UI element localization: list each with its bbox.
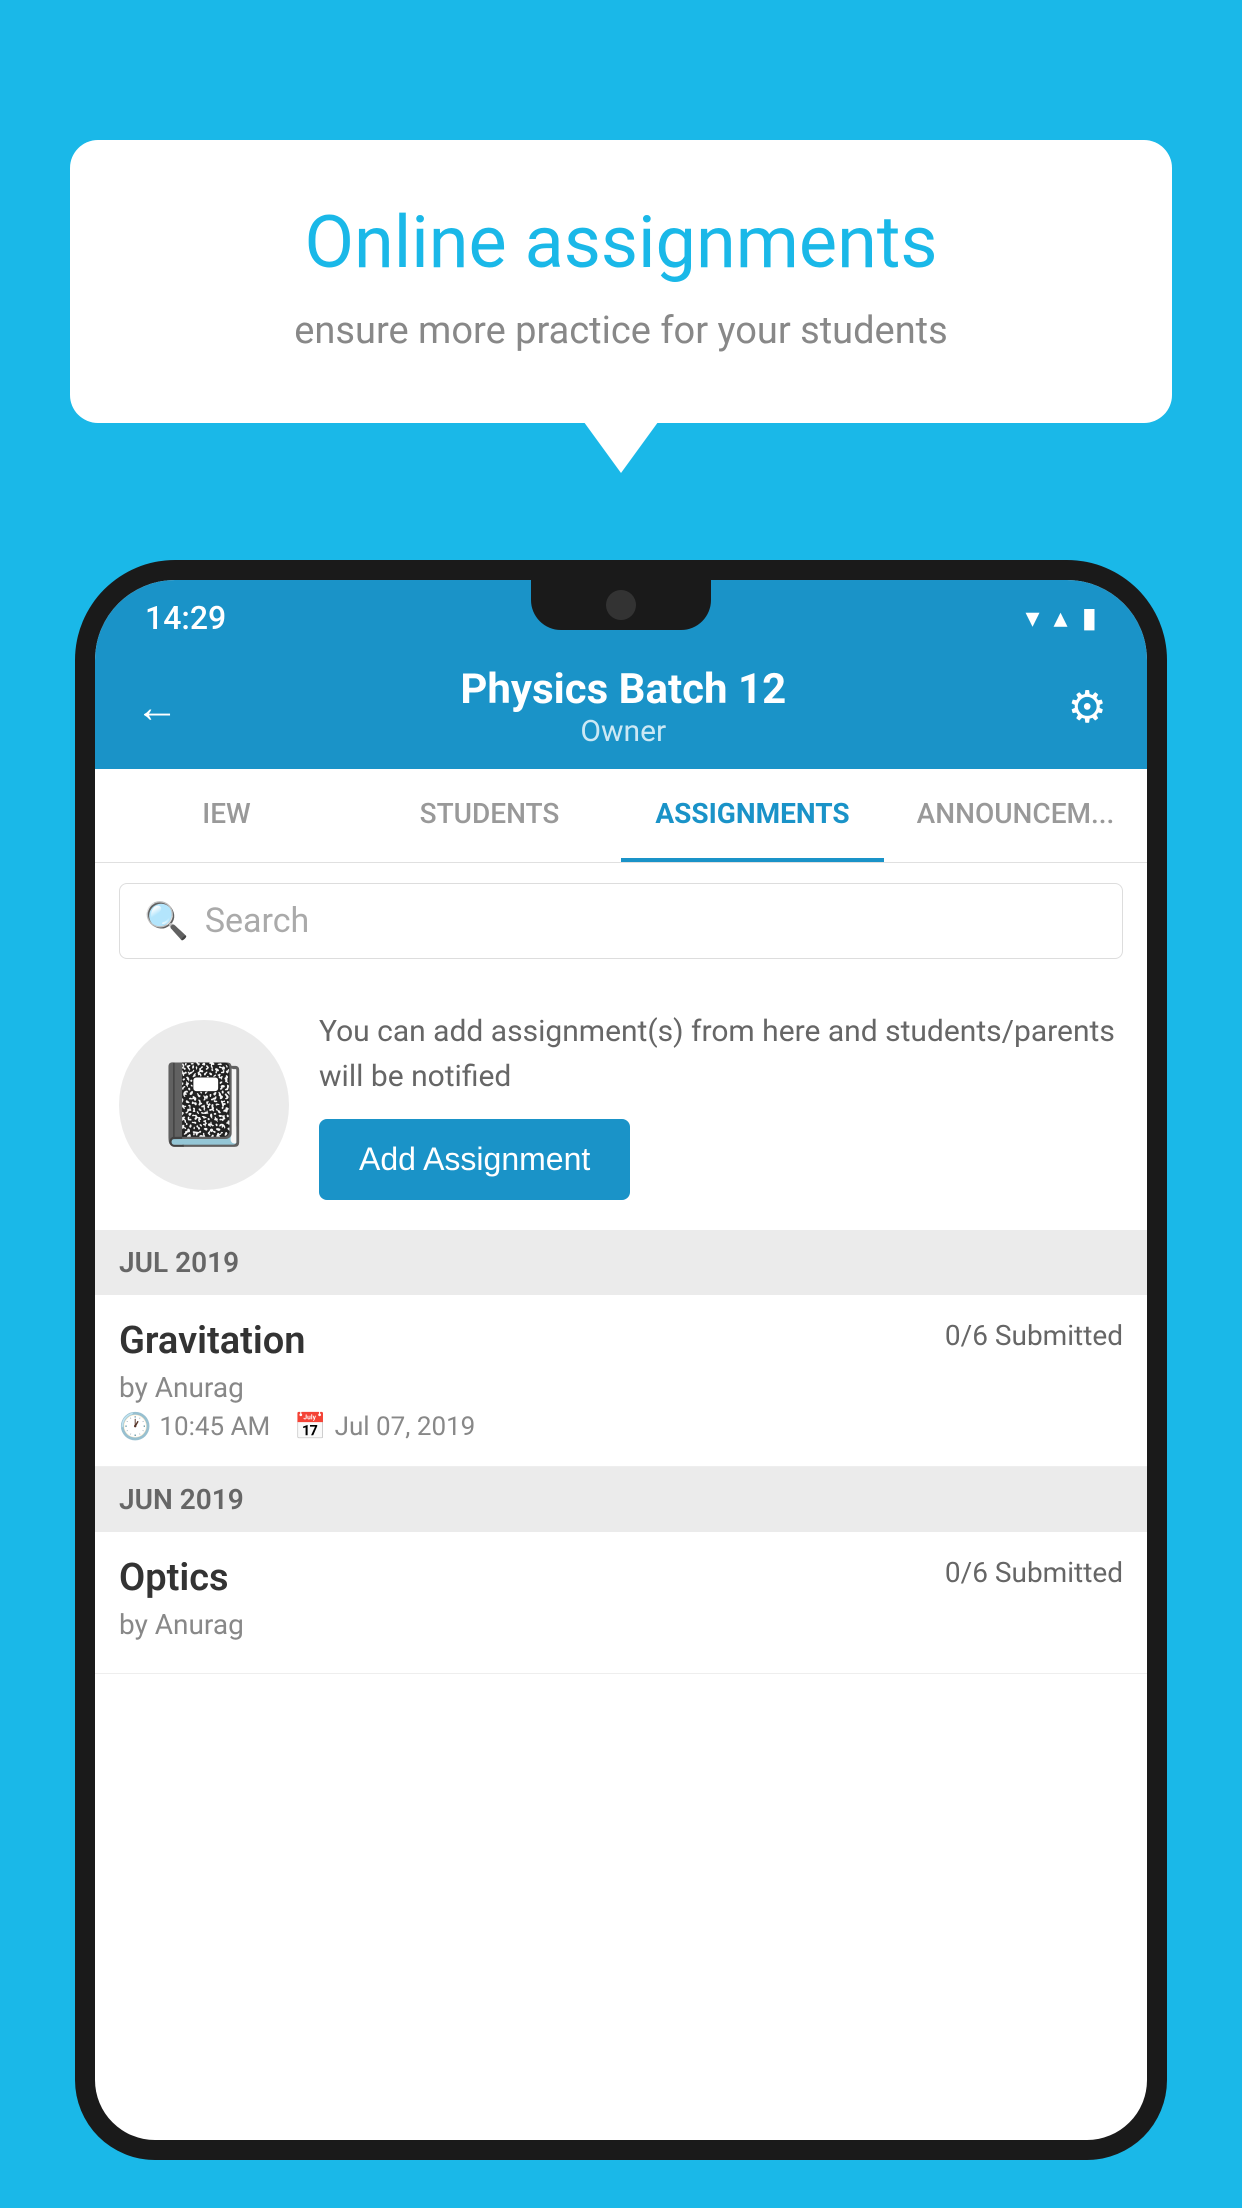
tab-announcements[interactable]: ANNOUNCEM... [884, 769, 1147, 862]
header-subtitle: Owner [460, 714, 786, 749]
bubble-title: Online assignments [140, 200, 1102, 285]
promo-icon-circle: 📓 [119, 1020, 289, 1190]
promo-text: You can add assignment(s) from here and … [319, 1009, 1123, 1099]
speech-bubble: Online assignments ensure more practice … [70, 140, 1172, 423]
back-button[interactable]: ← [135, 681, 179, 733]
assignment-by-optics: by Anurag [119, 1608, 1123, 1641]
clock-icon: 🕐 [119, 1412, 151, 1442]
tab-iew[interactable]: IEW [95, 769, 358, 862]
header-title: Physics Batch 12 [460, 665, 786, 714]
speech-bubble-container: Online assignments ensure more practice … [70, 140, 1172, 423]
search-bar: 🔍 Search [95, 863, 1147, 979]
phone-camera [606, 590, 636, 620]
notebook-icon: 📓 [154, 1058, 254, 1152]
search-icon: 🔍 [144, 900, 189, 942]
tab-assignments[interactable]: ASSIGNMENTS [621, 769, 884, 862]
assignment-item-gravitation[interactable]: Gravitation 0/6 Submitted by Anurag 🕐 10… [95, 1295, 1147, 1467]
status-time: 14:29 [145, 599, 226, 637]
section-header-jun: JUN 2019 [95, 1467, 1147, 1532]
battery-icon: ▮ [1082, 601, 1097, 634]
add-assignment-button[interactable]: Add Assignment [319, 1119, 630, 1200]
assignment-top: Gravitation 0/6 Submitted [119, 1319, 1123, 1363]
status-icons: ▾ ▴ ▮ [1025, 601, 1097, 634]
bubble-subtitle: ensure more practice for your students [140, 309, 1102, 353]
assignment-date-gravitation: Jul 07, 2019 [335, 1412, 476, 1442]
header-center: Physics Batch 12 Owner [460, 665, 786, 749]
phone-wrapper: 14:29 ▾ ▴ ▮ ← Physics Batch 12 Owner ⚙ I… [75, 560, 1167, 2208]
phone-screen: 14:29 ▾ ▴ ▮ ← Physics Batch 12 Owner ⚙ I… [95, 580, 1147, 2140]
tabs: IEW STUDENTS ASSIGNMENTS ANNOUNCEM... [95, 769, 1147, 863]
assignment-name-optics: Optics [119, 1556, 229, 1600]
assignment-submitted-gravitation: 0/6 Submitted [945, 1319, 1123, 1352]
meta-date-gravitation: 📅 Jul 07, 2019 [294, 1412, 475, 1442]
search-placeholder: Search [205, 901, 309, 941]
assignment-name-gravitation: Gravitation [119, 1319, 306, 1363]
assignment-item-optics[interactable]: Optics 0/6 Submitted by Anurag [95, 1532, 1147, 1674]
assignment-time-gravitation: 10:45 AM [159, 1412, 270, 1442]
signal-icon: ▴ [1054, 601, 1068, 634]
assignment-by-gravitation: by Anurag [119, 1371, 1123, 1404]
phone-notch [531, 580, 711, 630]
section-header-jul: JUL 2019 [95, 1230, 1147, 1295]
app-header: ← Physics Batch 12 Owner ⚙ [95, 645, 1147, 769]
wifi-icon: ▾ [1025, 601, 1039, 634]
promo-content: You can add assignment(s) from here and … [319, 1009, 1123, 1200]
assignment-submitted-optics: 0/6 Submitted [945, 1556, 1123, 1589]
phone-outer: 14:29 ▾ ▴ ▮ ← Physics Batch 12 Owner ⚙ I… [75, 560, 1167, 2160]
search-input-container[interactable]: 🔍 Search [119, 883, 1123, 959]
meta-time-gravitation: 🕐 10:45 AM [119, 1412, 270, 1442]
add-promo-section: 📓 You can add assignment(s) from here an… [95, 979, 1147, 1230]
tab-students[interactable]: STUDENTS [358, 769, 621, 862]
assignment-meta-gravitation: 🕐 10:45 AM 📅 Jul 07, 2019 [119, 1412, 1123, 1442]
assignment-top-optics: Optics 0/6 Submitted [119, 1556, 1123, 1600]
settings-icon[interactable]: ⚙ [1068, 681, 1107, 733]
calendar-icon: 📅 [294, 1412, 326, 1442]
